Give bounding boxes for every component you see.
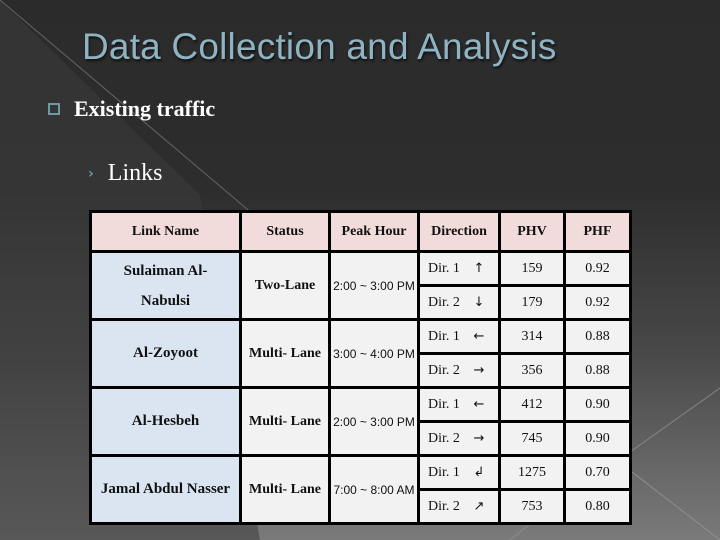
header-status: Status [239,210,331,253]
table-row: Jamal Abdul Nasser Multi- Lane 7:00 ~ 8:… [89,454,632,525]
phv-cell: 179 [498,284,566,321]
bullet-text: Links [107,160,163,186]
table-row: Al-Zoyoot Multi- Lane 3:00 ~ 4:00 PM Dir… [89,318,632,389]
bullet-existing-traffic: Existing traffic [48,96,215,122]
background-diagonal-line [629,387,720,453]
phf-cell: 0.70 [563,454,632,491]
direction-cell: Dir. 1 ↲ [417,454,501,491]
direction-label: Dir. 1 [428,260,460,276]
phf-cell: 0.90 [563,420,632,457]
direction-label: Dir. 2 [428,362,460,378]
link-name: Al-Hesbeh [131,413,200,429]
phf-cell: 0.92 [563,284,632,321]
table-header-row: Link Name Status Peak Hour Direction PHV… [89,210,632,253]
phf-cell: 0.88 [563,352,632,389]
peak-hour-cell: 3:00 ~ 4:00 PM [328,318,420,389]
slide-title: Data Collection and Analysis [82,26,557,67]
link-name-cell: Al-Zoyoot [89,318,242,389]
phf-cell: 0.90 [563,386,632,423]
phf-cell: 0.80 [563,488,632,525]
direction-cell: Dir. 1 ← [417,386,501,423]
arrow-right-icon: → [473,362,485,378]
link-name: Sulaiman Al- [123,262,208,279]
phv-cell: 1275 [498,454,566,491]
direction-cell: Dir. 2 → [417,352,501,389]
arrow-right-icon: → [473,430,485,446]
arrow-left-icon: ← [473,396,485,412]
direction-label: Dir. 2 [428,294,460,310]
phv-cell: 412 [498,386,566,423]
direction-label: Dir. 1 [428,396,460,412]
arrow-up-icon: ↑ [473,260,485,276]
direction-label: Dir. 1 [428,464,460,480]
direction-label: Dir. 2 [428,430,460,446]
link-name: Al-Zoyoot [133,345,198,361]
header-direction: Direction [417,210,501,253]
direction-cell: Dir. 2 ↓ [417,284,501,321]
bullet-text: Existing traffic [74,96,216,121]
bullet-links: › Links [88,160,162,187]
background-diagonal-line [631,471,720,540]
phv-cell: 745 [498,420,566,457]
peak-hour-cell: 7:00 ~ 8:00 AM [328,454,420,525]
direction-cell: Dir. 1 ← [417,318,501,355]
link-name: Jamal Abdul Nasser [100,481,231,497]
table-row: Al-Hesbeh Multi- Lane 2:00 ~ 3:00 PM Dir… [89,386,632,457]
link-name-cell: Jamal Abdul Nasser [89,454,242,525]
traffic-table: Link Name Status Peak Hour Direction PHV… [89,210,632,525]
status-cell: Two-Lane [239,250,331,321]
link-name-cell: Sulaiman Al- Nabulsi [89,250,242,321]
phf-cell: 0.88 [563,318,632,355]
status-cell: Multi- Lane [239,386,331,457]
chevron-right-icon: › [88,165,94,182]
direction-cell: Dir. 2 ↗ [417,488,501,525]
header-link-name: Link Name [89,210,242,253]
table-row: Sulaiman Al- Nabulsi Two-Lane 2:00 ~ 3:0… [89,250,632,321]
phv-cell: 753 [498,488,566,525]
header-peak-hour: Peak Hour [328,210,420,253]
direction-label: Dir. 2 [428,498,460,514]
direction-cell: Dir. 1 ↑ [417,250,501,287]
phf-cell: 0.92 [563,250,632,287]
arrow-left-icon: ← [473,328,485,344]
peak-hour-cell: 2:00 ~ 3:00 PM [328,386,420,457]
peak-hour-cell: 2:00 ~ 3:00 PM [328,250,420,321]
arrow-down-left-turn-icon: ↲ [473,464,485,480]
phv-cell: 356 [498,352,566,389]
phv-cell: 314 [498,318,566,355]
status-cell: Multi- Lane [239,318,331,389]
direction-cell: Dir. 2 → [417,420,501,457]
phv-cell: 159 [498,250,566,287]
arrow-up-right-turn-icon: ↗ [473,498,485,514]
arrow-down-icon: ↓ [473,294,485,310]
direction-label: Dir. 1 [428,328,460,344]
link-name-cell: Al-Hesbeh [89,386,242,457]
square-bullet-icon [48,103,60,115]
header-phf: PHF [563,210,632,253]
header-phv: PHV [498,210,566,253]
link-name: Nabulsi [140,292,191,309]
status-cell: Multi- Lane [239,454,331,525]
